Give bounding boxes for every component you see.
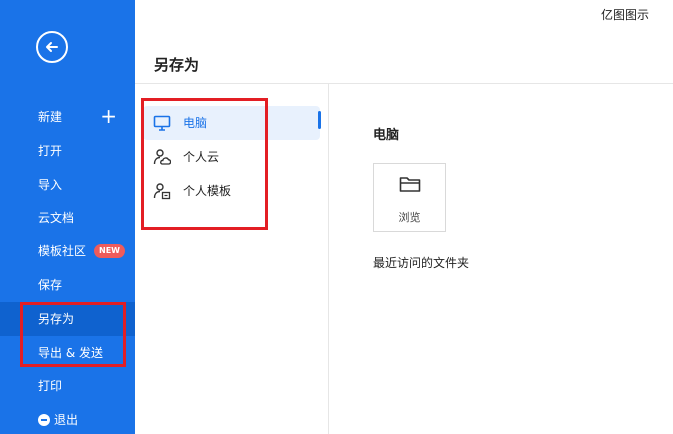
sidebar-item-label: 导入 (38, 178, 63, 192)
sidebar-item-save[interactable]: 保存 (0, 268, 135, 302)
sidebar-item-label: 打开 (38, 144, 63, 158)
arrow-left-icon (46, 42, 58, 52)
sidebar-item-import[interactable]: 导入 (0, 168, 135, 202)
back-button[interactable] (36, 31, 68, 63)
folder-icon (399, 177, 421, 192)
plus-icon[interactable]: + (100, 100, 117, 132)
sidebar-item-label: 模板社区 (38, 244, 87, 258)
divider (328, 84, 329, 434)
page-title: 另存为 (154, 56, 200, 74)
sidebar-item-open[interactable]: 打开 (0, 134, 135, 168)
sidebar: 新建 + 打开 导入 云文档 模板社区 NEW 保存 另存为 导出 & 发送 打… (0, 0, 135, 434)
sidebar-item-label: 新建 (38, 110, 63, 124)
sidebar-item-print[interactable]: 打印 (0, 369, 135, 403)
browse-button[interactable]: 浏览 (373, 163, 446, 232)
sidebar-item-label: 退出 (54, 413, 79, 427)
browse-label: 浏览 (398, 211, 421, 224)
sidebar-item-new[interactable]: 新建 + (0, 100, 135, 134)
sidebar-item-label: 保存 (38, 278, 63, 292)
sidebar-item-label: 云文档 (38, 211, 75, 225)
exit-icon (38, 414, 50, 426)
recent-folders-label: 最近访问的文件夹 (373, 256, 470, 270)
save-as-screen: 新建 + 打开 导入 云文档 模板社区 NEW 保存 另存为 导出 & 发送 打… (0, 0, 673, 434)
sidebar-item-label: 打印 (38, 379, 63, 393)
app-brand: 亿图图示 (600, 8, 649, 22)
sidebar-item-cloud-docs[interactable]: 云文档 (0, 201, 135, 235)
sidebar-item-template-community[interactable]: 模板社区 NEW (0, 234, 135, 268)
active-indicator (318, 111, 321, 129)
highlight-box (20, 302, 126, 367)
highlight-box (141, 98, 268, 230)
section-title: 电脑 (373, 128, 400, 143)
sidebar-item-exit[interactable]: 退出 (0, 403, 135, 434)
new-badge: NEW (94, 244, 125, 258)
